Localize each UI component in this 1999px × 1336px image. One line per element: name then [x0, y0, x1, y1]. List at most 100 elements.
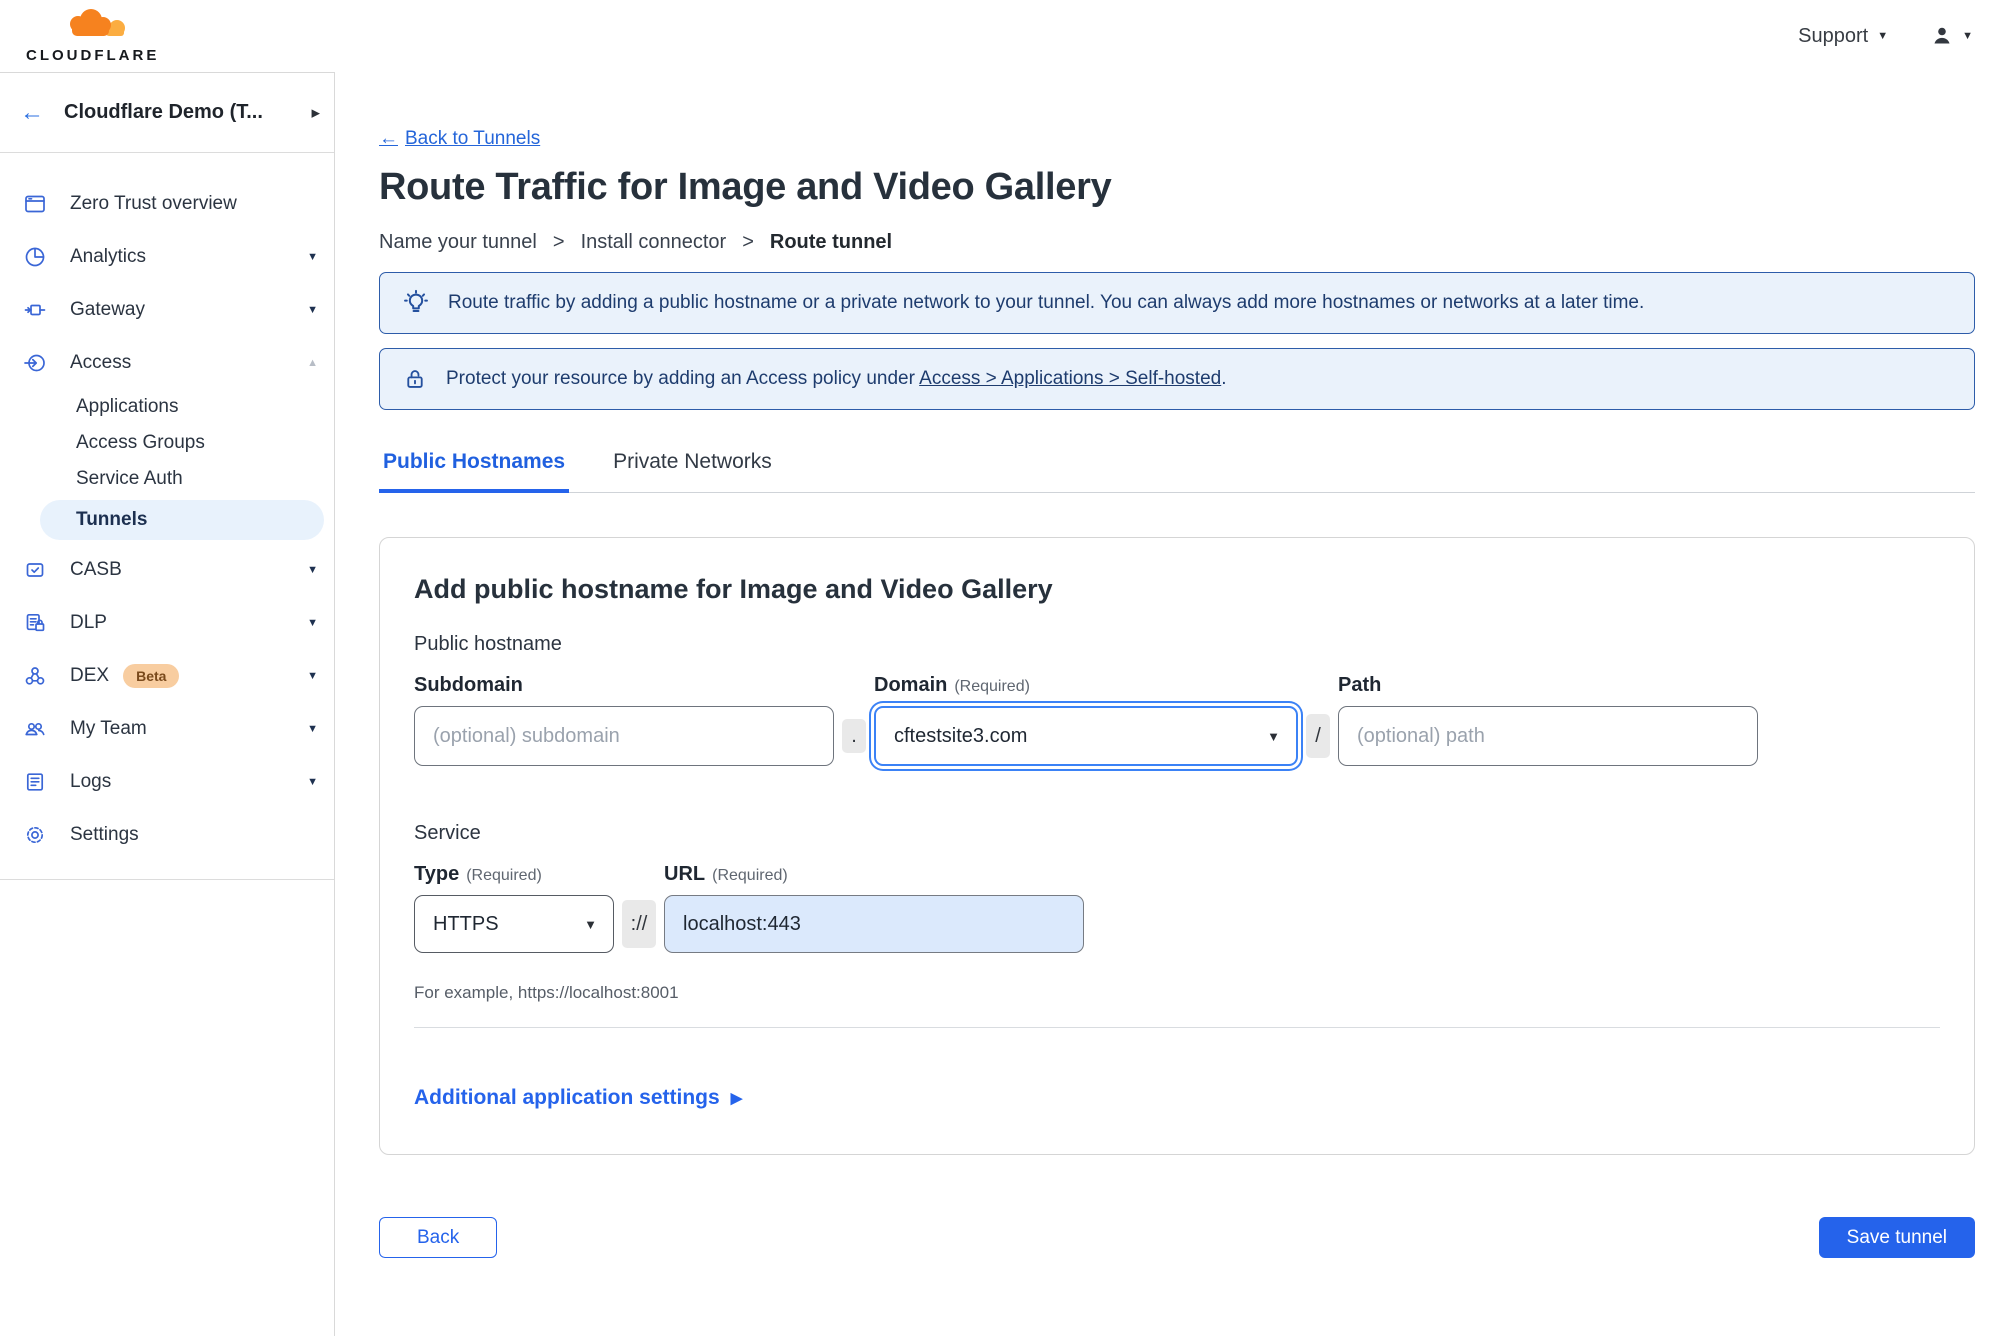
- step-route-tunnel: Route tunnel: [769, 231, 893, 253]
- sidebar-item-casb[interactable]: CASB ▼: [0, 543, 334, 596]
- sidebar-item-label: Applications: [76, 396, 179, 417]
- top-bar-right: Support ▼ ▼: [1798, 24, 1973, 48]
- type-required-hint: (Required): [466, 867, 542, 884]
- public-hostname-section-label: Public hostname: [414, 633, 562, 655]
- back-button[interactable]: Back: [379, 1217, 498, 1258]
- sidebar-item-label: My Team: [70, 717, 147, 739]
- sidebar-item-label: Access Groups: [76, 432, 205, 453]
- gateway-icon: [22, 297, 48, 323]
- save-tunnel-button[interactable]: Save tunnel: [1818, 1217, 1975, 1258]
- sidebar-item-label: Service Auth: [76, 468, 183, 489]
- domain-required-hint: (Required): [954, 678, 1030, 695]
- additional-application-settings-toggle[interactable]: Additional application settings ▶: [414, 1086, 742, 1110]
- sidebar-item-label: DLP: [70, 611, 107, 633]
- hostname-field-row: . cftestsite3.com ▼ /: [414, 706, 1940, 766]
- slash-separator: /: [1306, 714, 1330, 758]
- service-type-select[interactable]: HTTPS ▼: [414, 895, 614, 953]
- dot-separator: .: [842, 719, 866, 753]
- sidebar-item-label: Gateway: [70, 298, 145, 320]
- wizard-steps: Name your tunnel > Install connector > R…: [379, 231, 1975, 254]
- sidebar-item-dex[interactable]: DEX Beta ▼: [0, 649, 334, 702]
- sidebar-item-logs[interactable]: Logs ▼: [0, 755, 334, 808]
- sidebar-item-label: Analytics: [70, 245, 147, 267]
- sidebar-item-label: Logs: [70, 770, 112, 792]
- url-required-hint: (Required): [712, 867, 788, 884]
- type-label-text: Type: [414, 863, 460, 885]
- lightbulb-icon: [402, 289, 430, 317]
- user-menu[interactable]: ▼: [1930, 24, 1973, 48]
- account-switcher[interactable]: ← Cloudflare Demo (T... ▸: [0, 73, 334, 153]
- url-label-text: URL: [664, 863, 706, 885]
- banner-text-after: .: [1221, 368, 1227, 389]
- service-label-row: Type (Required) URL (Required): [414, 863, 1940, 886]
- step-separator: >: [742, 231, 754, 253]
- domain-label-text: Domain: [874, 674, 948, 696]
- lock-icon: [402, 366, 428, 392]
- back-arrow-icon[interactable]: ←: [20, 99, 44, 127]
- domain-label: Domain (Required): [874, 674, 1298, 697]
- info-banner-route-traffic: Route traffic by adding a public hostnam…: [379, 272, 1975, 334]
- chevron-down-icon: ▼: [1877, 29, 1889, 42]
- chevron-down-icon: ▼: [307, 303, 318, 316]
- sidebar-item-label: Zero Trust overview: [70, 192, 237, 214]
- sidebar-item-label: CASB: [70, 558, 122, 580]
- tab-public-hostnames[interactable]: Public Hostnames: [379, 450, 570, 493]
- subdomain-label: Subdomain: [414, 674, 523, 696]
- back-to-tunnels-link[interactable]: ← Back to Tunnels: [379, 128, 540, 150]
- sidebar-item-access-groups[interactable]: Access Groups: [0, 425, 334, 461]
- beta-badge: Beta: [123, 663, 180, 688]
- chevron-right-icon[interactable]: ▸: [311, 103, 320, 123]
- chevron-down-icon: ▼: [307, 563, 318, 576]
- card-heading: Add public hostname for Image and Video …: [414, 574, 1053, 604]
- tab-bar: Public Hostnames Private Networks: [379, 450, 1975, 493]
- service-section-label: Service: [414, 822, 481, 844]
- sidebar-item-dlp[interactable]: DLP ▼: [0, 596, 334, 649]
- sidebar-item-label: Settings: [70, 823, 139, 845]
- path-input[interactable]: [1338, 706, 1758, 766]
- chevron-down-icon: ▼: [1267, 728, 1280, 744]
- banner-text: Route traffic by adding a public hostnam…: [448, 292, 1645, 313]
- gear-icon: [22, 822, 48, 848]
- access-icon: [22, 350, 48, 376]
- cloudflare-cloud-icon: [69, 9, 125, 36]
- type-label: Type (Required): [414, 863, 614, 886]
- sidebar-item-service-auth[interactable]: Service Auth: [0, 461, 334, 497]
- hostname-label-row: Subdomain Domain (Required) Path: [414, 674, 1940, 697]
- banner-text: Protect your resource by adding an Acces…: [446, 368, 1227, 390]
- chevron-up-icon: ▲: [307, 356, 318, 369]
- tab-private-networks[interactable]: Private Networks: [609, 450, 776, 492]
- sidebar-item-analytics[interactable]: Analytics ▼: [0, 230, 334, 283]
- scheme-separator: ://: [622, 900, 656, 948]
- card-divider: [414, 1027, 1940, 1028]
- access-applications-self-hosted-link[interactable]: Access > Applications > Self-hosted: [919, 368, 1221, 389]
- team-icon: [22, 716, 48, 742]
- info-banner-access-policy: Protect your resource by adding an Acces…: [379, 348, 1975, 410]
- support-label: Support: [1798, 24, 1869, 47]
- sidebar-item-settings[interactable]: Settings: [0, 808, 334, 861]
- sidebar-item-gateway[interactable]: Gateway ▼: [0, 283, 334, 336]
- nodes-icon: [22, 663, 48, 689]
- cloudflare-logo[interactable]: CLOUDFLARE: [26, 9, 159, 63]
- chevron-down-icon: ▼: [307, 616, 318, 629]
- page-title: Route Traffic for Image and Video Galler…: [379, 166, 1112, 208]
- sidebar-item-zero-trust-overview[interactable]: Zero Trust overview: [0, 177, 334, 230]
- subdomain-input[interactable]: [414, 706, 834, 766]
- domain-select[interactable]: cftestsite3.com ▼: [874, 706, 1298, 766]
- sidebar-item-access[interactable]: Access ▲: [0, 336, 334, 389]
- step-name-your-tunnel[interactable]: Name your tunnel: [379, 231, 537, 254]
- support-menu[interactable]: Support ▼: [1798, 25, 1888, 48]
- sidebar: ← Cloudflare Demo (T... ▸ Zero Trust ove…: [0, 72, 335, 1336]
- main-content: ← Back to Tunnels Route Traffic for Imag…: [335, 72, 1999, 1336]
- service-type-value: HTTPS: [433, 912, 499, 935]
- chevron-down-icon: ▼: [307, 250, 318, 263]
- service-url-input[interactable]: [664, 895, 1084, 953]
- step-install-connector[interactable]: Install connector: [581, 231, 727, 254]
- account-name: Cloudflare Demo (T...: [64, 101, 263, 123]
- chevron-down-icon: ▼: [1962, 29, 1973, 42]
- sidebar-item-applications[interactable]: Applications: [0, 389, 334, 425]
- sidebar-item-my-team[interactable]: My Team ▼: [0, 702, 334, 755]
- sidebar-nav: Zero Trust overview Analytics ▼ Gateway …: [0, 153, 334, 880]
- logs-icon: [22, 769, 48, 795]
- add-public-hostname-card: Add public hostname for Image and Video …: [379, 537, 1975, 1155]
- sidebar-item-tunnels[interactable]: Tunnels: [40, 500, 324, 540]
